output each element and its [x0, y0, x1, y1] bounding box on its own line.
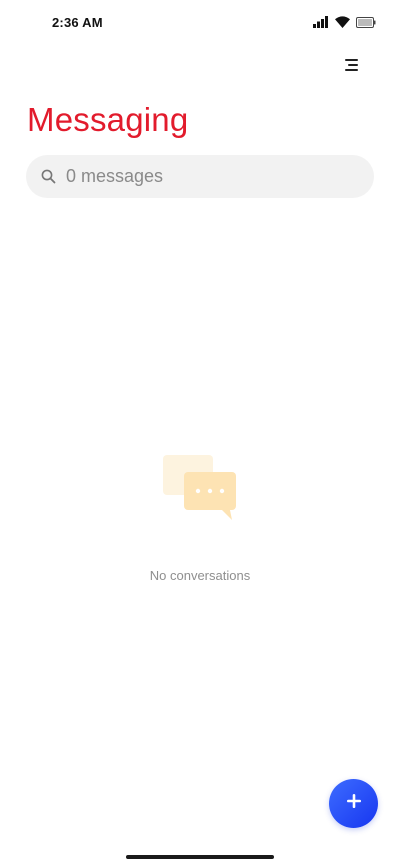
empty-state-message: No conversations: [149, 568, 251, 583]
menu-icon: [344, 58, 360, 77]
page-title: Messaging: [27, 101, 189, 138]
status-icons: [313, 15, 376, 33]
home-indicator[interactable]: [126, 855, 274, 859]
signal-icon: [313, 15, 329, 33]
wifi-icon: [335, 15, 350, 33]
plus-icon: [346, 793, 362, 814]
menu-button[interactable]: [340, 56, 364, 78]
status-time: 2:36 AM: [52, 15, 103, 30]
search-bar[interactable]: 0 messages: [26, 155, 374, 198]
new-conversation-button[interactable]: [329, 779, 378, 828]
battery-icon: [356, 15, 376, 33]
status-bar: 2:36 AM: [0, 0, 400, 46]
search-icon: [40, 169, 56, 185]
chat-bubbles-icon: [160, 452, 240, 524]
search-placeholder: 0 messages: [66, 166, 164, 186]
